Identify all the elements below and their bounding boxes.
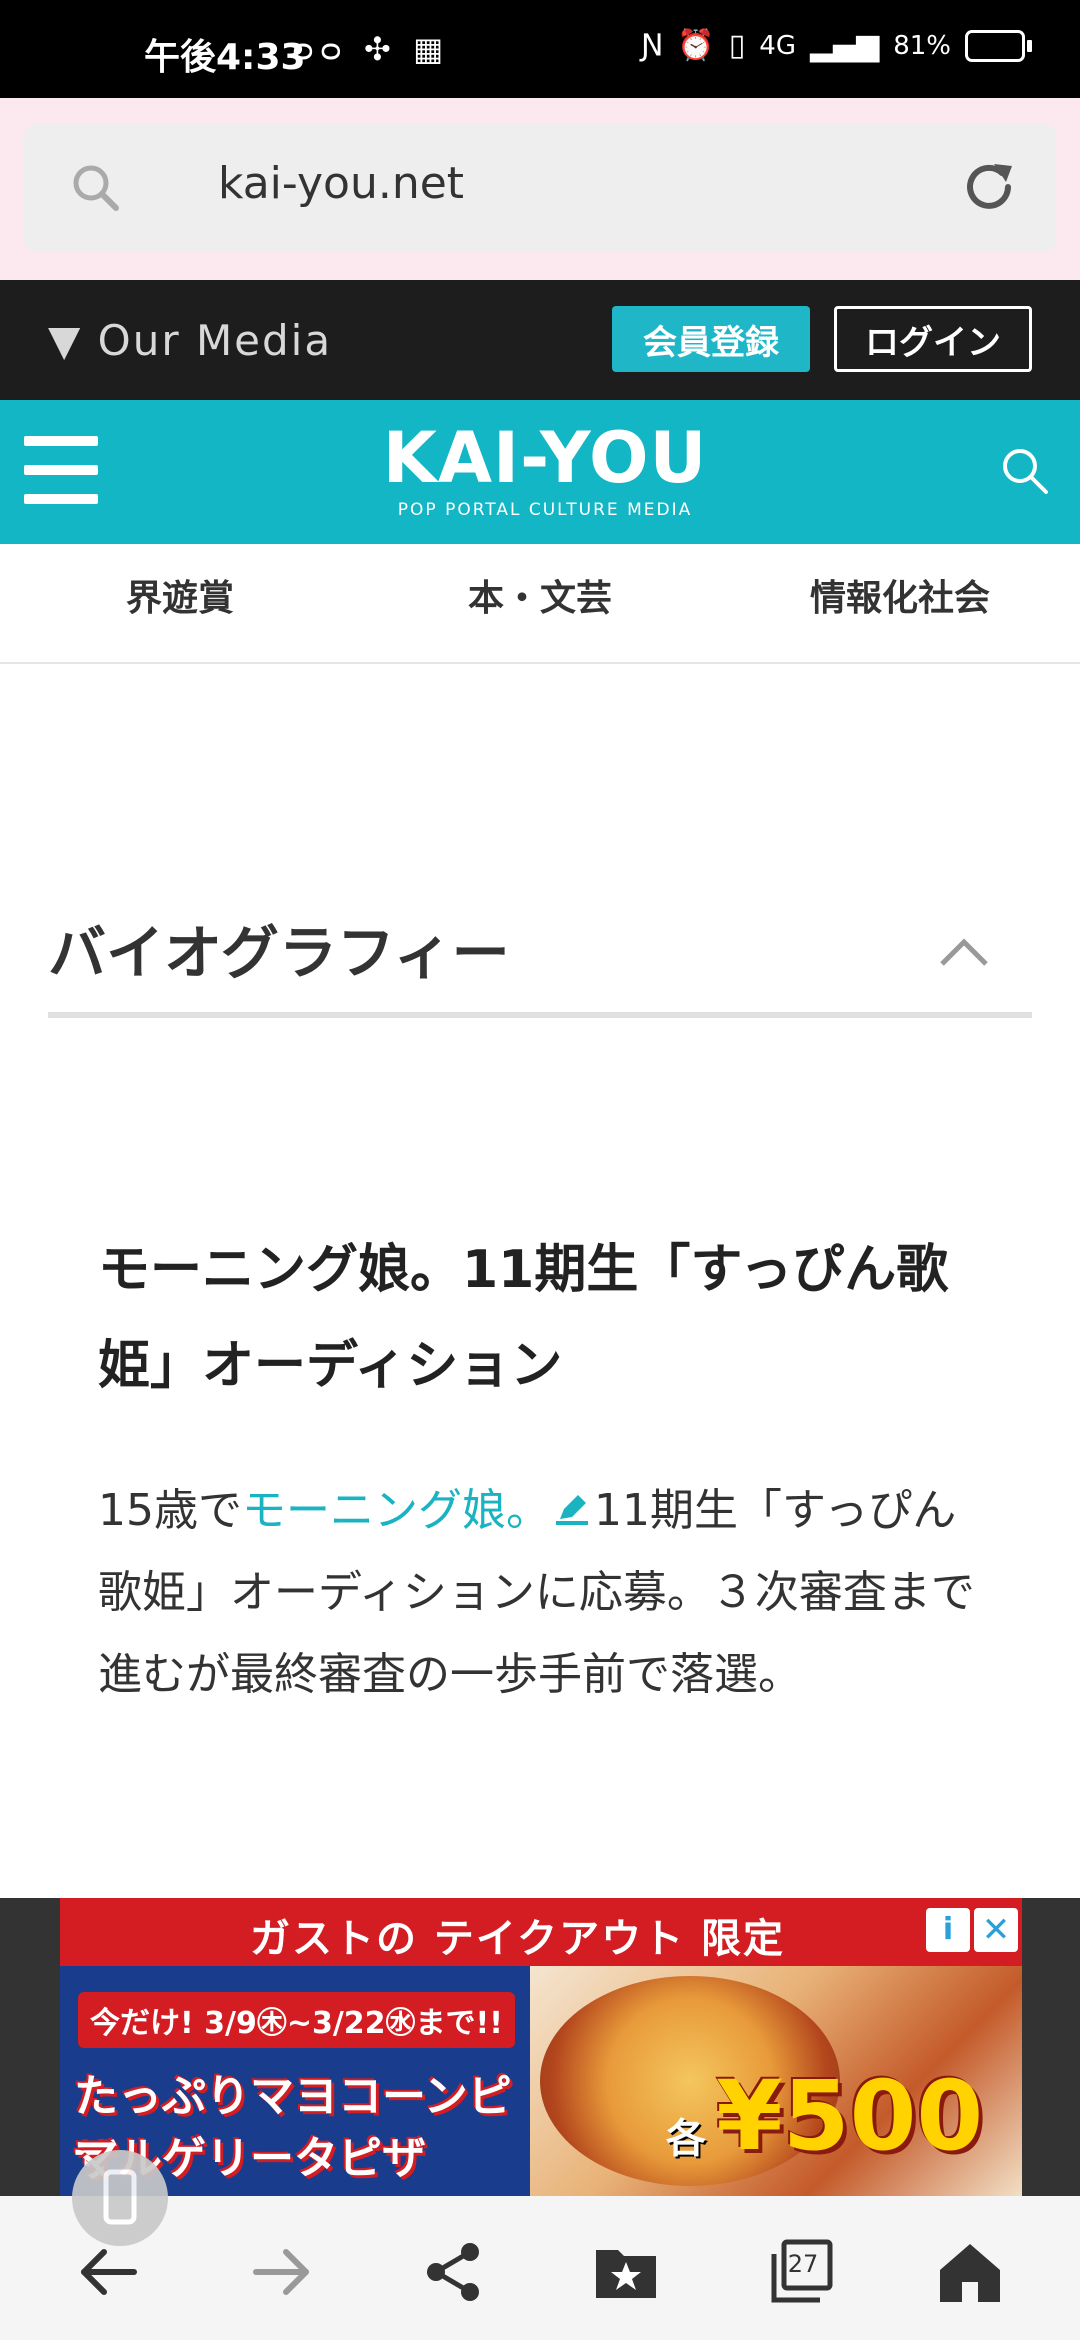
status-time: 午後4:33 <box>144 37 306 78</box>
back-arrow-icon[interactable] <box>72 2236 144 2308</box>
ad-each-label: 各 <box>666 2116 706 2162</box>
status-bar: 午後4:33 ᴑᴑ ✣ ▦ Ɲ ⏰ ▯ 4G ▂▄▆ 81% <box>0 0 1080 98</box>
morning-musume-link[interactable]: モーニング娘。 <box>242 1485 550 1536</box>
alarm-icon: ⏰ <box>677 28 715 63</box>
our-media-bar: ▼ Our Media 会員登録 ログイン <box>0 280 1080 400</box>
site-logo[interactable]: KAI-YOU POP PORTAL CULTURE MEDIA <box>380 418 710 520</box>
browser-address-area: kai-you.net <box>0 98 1080 280</box>
network-type: 4G <box>759 30 796 61</box>
signal-icon: ▂▄▆ <box>809 28 880 63</box>
phone-icon <box>103 2169 137 2225</box>
logo-text: KAI-YOU <box>382 417 708 499</box>
ad-price: ¥500 <box>716 2060 984 2172</box>
battery-percent: 81% <box>893 30 951 61</box>
search-icon[interactable] <box>68 160 124 216</box>
search-icon[interactable] <box>996 442 1052 498</box>
ad-promo-period: 今だけ! 3/9㊍~3/22㊌まで!! <box>78 1992 515 2048</box>
ad-banner[interactable]: ガストの テイクアウト 限定 i ✕ 今だけ! 3/9㊍~3/22㊌まで!! た… <box>60 1898 1022 2196</box>
nfc-icon: Ɲ <box>640 28 664 63</box>
tabs-button[interactable]: 27 <box>766 2236 838 2308</box>
logo-tagline: POP PORTAL CULTURE MEDIA <box>397 500 693 520</box>
status-notification-icons: ᴑᴑ ✣ ▦ <box>292 30 450 68</box>
menu-icon[interactable] <box>24 436 98 504</box>
battery-icon <box>965 29 1032 62</box>
status-right-group: Ɲ ⏰ ▯ 4G ▂▄▆ 81% <box>641 28 1032 63</box>
biography-entry-body: 15歳でモーニング娘。 11期生「すっぴん歌姫」オーディションに応募。３次審査まで… <box>98 1470 978 1716</box>
biography-entry-title: モーニング娘。11期生「すっぴん歌姫」オーディション <box>98 1240 949 1396</box>
ad-headline-bar: ガストの テイクアウト 限定 i ✕ <box>60 1898 1022 1966</box>
reload-icon[interactable] <box>958 156 1020 218</box>
home-icon[interactable] <box>934 2236 1006 2308</box>
biography-header[interactable]: バイオグラフィー <box>48 902 1032 1018</box>
site-header: KAI-YOU POP PORTAL CULTURE MEDIA <box>0 400 1080 544</box>
category-item-information-society[interactable]: 情報化社会 <box>720 544 1080 662</box>
login-button[interactable]: ログイン <box>834 306 1032 372</box>
bookmark-folder-icon[interactable] <box>590 2236 662 2308</box>
floating-device-button[interactable] <box>72 2150 168 2246</box>
category-item-books[interactable]: 本・文芸 <box>360 544 720 662</box>
pencil-icon[interactable] <box>552 1489 592 1529</box>
chevron-up-icon[interactable] <box>936 932 992 972</box>
url-text[interactable]: kai-you.net <box>218 158 464 209</box>
vibrate-icon: ▯ <box>728 28 746 63</box>
category-nav: 界遊賞 本・文芸 情報化社会 <box>0 544 1080 664</box>
biography-title: バイオグラフィー <box>48 919 510 987</box>
ad-right-panel: 各 ¥500 <box>530 1966 1022 2196</box>
ad-headline: ガストの テイクアウト 限定 <box>250 1916 786 1962</box>
tab-count: 27 <box>787 2250 819 2278</box>
ad-info-icon[interactable]: i <box>926 1908 970 1952</box>
address-bar[interactable]: kai-you.net <box>24 124 1056 252</box>
ad-close-icon[interactable]: ✕ <box>974 1908 1018 1952</box>
category-item-kaiyusho[interactable]: 界遊賞 <box>0 544 360 662</box>
register-button[interactable]: 会員登録 <box>612 306 810 372</box>
share-icon[interactable] <box>418 2236 490 2308</box>
our-media-toggle[interactable]: ▼ Our Media <box>48 316 332 365</box>
forward-arrow-icon[interactable] <box>246 2236 318 2308</box>
body-text-before: 15歳で <box>98 1485 242 1536</box>
